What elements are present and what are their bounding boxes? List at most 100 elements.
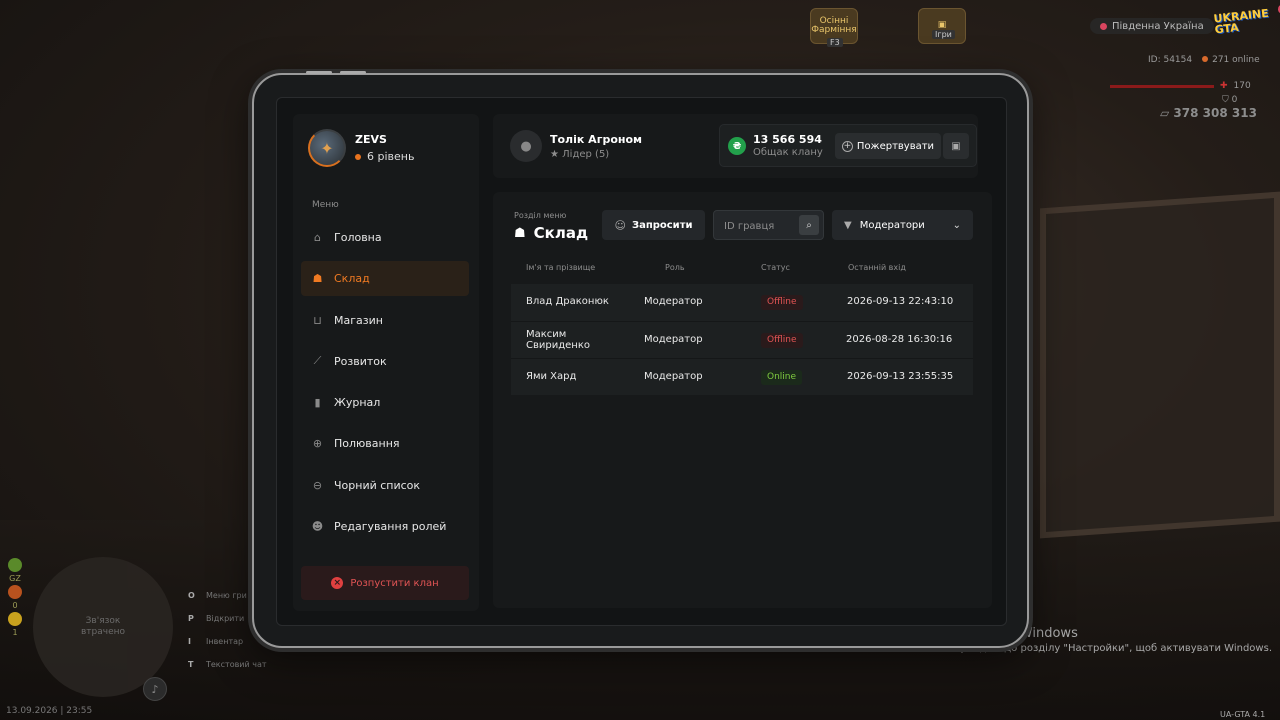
indicator-label: 1 bbox=[12, 628, 18, 637]
clan-level: 6 рівень bbox=[355, 150, 414, 163]
close-icon: × bbox=[331, 577, 344, 589]
game-background-window bbox=[1040, 191, 1280, 539]
sidebar-item-journal[interactable]: ▮ Журнал bbox=[301, 385, 469, 420]
sidebar: ✦ ZEVS 6 рівень Меню ⌂ Головна ☗ Склад ⊔… bbox=[293, 114, 479, 611]
section-label: Розділ меню bbox=[514, 211, 567, 220]
status-badge: Offline bbox=[761, 294, 803, 311]
search-input[interactable] bbox=[724, 218, 794, 234]
add-user-icon: ☺ bbox=[614, 218, 626, 232]
role-filter-value: Модератори bbox=[859, 219, 925, 231]
key-hint: T Текстовий чат bbox=[188, 657, 267, 672]
game-version: UA-GTA 4.1 bbox=[1220, 710, 1266, 719]
book-icon: ▮ bbox=[314, 396, 321, 410]
table-row[interactable]: Максим Свириденко Модератор Offline 2026… bbox=[511, 321, 973, 358]
coin-icon: ₴ bbox=[728, 137, 746, 155]
members-panel: Розділ меню ☗ Склад ☺ Запросити ⌕ ▼ Моде… bbox=[493, 192, 992, 608]
indicator-dot-icon bbox=[8, 558, 22, 572]
hud-health: ✚ 170 bbox=[1110, 81, 1251, 91]
status-badge: Offline bbox=[761, 332, 803, 349]
invite-button[interactable]: ☺ Запросити bbox=[602, 210, 705, 240]
member-last-login: 2026-09-13 22:43:10 bbox=[847, 296, 954, 308]
crosshair-icon: ⊕ bbox=[312, 437, 323, 451]
clan-name: ZEVS bbox=[355, 133, 387, 146]
donate-label: Пожертвувати bbox=[856, 140, 935, 152]
member-name: Максим Свириденко bbox=[526, 329, 590, 351]
hud-datetime: 13.09.2026 | 23:55 bbox=[6, 706, 93, 716]
hud-armor: ⛉ 0 bbox=[1222, 95, 1237, 105]
filter-icon: ▼ bbox=[844, 219, 852, 231]
minimap-indicators: GZ 0 1 bbox=[8, 558, 22, 637]
sidebar-item-label: Склад bbox=[334, 272, 370, 286]
clan-bank: ₴ 13 566 594 Общак клану + Пожертвувати … bbox=[719, 124, 977, 167]
hud-money: ▱ 378 308 313 bbox=[1160, 106, 1257, 120]
member-name: Ями Хард bbox=[526, 371, 577, 383]
level-dot-icon bbox=[355, 153, 361, 160]
tablet-hardware-button bbox=[306, 71, 332, 74]
indicator-label: GZ bbox=[9, 574, 21, 583]
leader-role: ★ Лідер (5) bbox=[550, 149, 642, 160]
search-icon[interactable]: ⌕ bbox=[799, 215, 819, 235]
indicator-dot-icon bbox=[8, 612, 22, 626]
online-count-text: 271 online bbox=[1212, 55, 1260, 65]
home-icon: ⌂ bbox=[314, 231, 321, 244]
sidebar-item-home[interactable]: ⌂ Головна bbox=[301, 220, 469, 255]
plus-icon: + bbox=[841, 140, 853, 152]
sidebar-item-roles[interactable]: ☻ Редагування ролей bbox=[301, 509, 469, 544]
clan-level-text: 6 рівень bbox=[367, 150, 415, 163]
key-hint-key: I bbox=[188, 637, 191, 646]
health-bar bbox=[1110, 84, 1214, 88]
member-role: Модератор bbox=[644, 296, 703, 308]
tablet-screen: ✦ ZEVS 6 рівень Меню ⌂ Головна ☗ Склад ⊔… bbox=[276, 97, 1007, 626]
money-value: 378 308 313 bbox=[1173, 106, 1257, 120]
minimap-status: Зв'язок втрачено bbox=[80, 616, 126, 637]
star-icon: ★ bbox=[550, 148, 559, 160]
cash-icon: ▱ bbox=[1160, 106, 1170, 120]
column-header: Роль bbox=[665, 263, 685, 272]
online-dot-icon bbox=[1202, 56, 1209, 62]
column-header: Статус bbox=[761, 263, 790, 272]
sidebar-item-label: Чорний список bbox=[334, 478, 421, 492]
sidebar-item-label: Полювання bbox=[334, 437, 400, 451]
sidebar-item-blacklist[interactable]: ⊖ Чорний список bbox=[301, 468, 469, 503]
member-role: Модератор bbox=[644, 334, 703, 346]
bank-label: Общак клану bbox=[753, 147, 823, 158]
player-id: ID: 54154 bbox=[1148, 55, 1193, 65]
leader-role-text: Лідер (5) bbox=[562, 148, 610, 160]
sidebar-item-development[interactable]: ⟋ Розвиток bbox=[301, 344, 469, 379]
chart-icon: ⟋ bbox=[313, 354, 322, 368]
bank-amount: 13 566 594 bbox=[753, 133, 822, 146]
table-row[interactable]: Влад Драконюк Модератор Offline 2026-09-… bbox=[511, 284, 973, 321]
user-edit-icon: ☻ bbox=[311, 520, 324, 534]
members-icon: ☗ bbox=[514, 225, 526, 241]
member-role: Модератор bbox=[644, 371, 703, 383]
box-icon[interactable]: ▣ bbox=[943, 133, 969, 159]
region-dot-icon bbox=[1100, 22, 1107, 30]
microphone-icon[interactable]: ♪ bbox=[143, 677, 167, 701]
sidebar-item-members[interactable]: ☗ Склад bbox=[301, 261, 469, 297]
games-badge-key: Ігри bbox=[932, 30, 955, 39]
health-value: 170 bbox=[1233, 81, 1251, 91]
column-header: Останній вхід bbox=[848, 263, 906, 272]
clan-tablet: ✦ ZEVS 6 рівень Меню ⌂ Головна ☗ Склад ⊔… bbox=[252, 71, 1029, 648]
key-hint-label: Інвентар bbox=[206, 637, 244, 646]
column-header: Ім'я та прізвище bbox=[526, 263, 596, 272]
region-name: Південна Україна bbox=[1112, 20, 1204, 32]
key-hint-key: T bbox=[188, 660, 194, 669]
role-filter-dropdown[interactable]: ▼ Модератори ⌄ bbox=[832, 210, 973, 240]
online-count: 271 online bbox=[1202, 55, 1260, 65]
invite-label: Запросити bbox=[631, 219, 693, 231]
table-row[interactable]: Ями Хард Модератор Online 2026-09-13 23:… bbox=[511, 358, 973, 395]
sidebar-item-label: Редагування ролей bbox=[334, 520, 447, 534]
disband-clan-button[interactable]: × Розпустити клан bbox=[301, 566, 469, 600]
member-last-login: 2026-09-13 23:55:35 bbox=[847, 371, 954, 383]
shield-icon: ⛉ bbox=[1222, 95, 1229, 105]
sidebar-item-hunting[interactable]: ⊕ Полювання bbox=[301, 426, 469, 461]
sidebar-item-shop[interactable]: ⊔ Магазин bbox=[301, 303, 469, 338]
key-hint: I Інвентар bbox=[188, 634, 267, 649]
members-icon: ☗ bbox=[312, 272, 323, 286]
user-icon: ● bbox=[510, 130, 542, 162]
page-title: ☗ Склад bbox=[514, 224, 588, 242]
members-table: Влад Драконюк Модератор Offline 2026-09-… bbox=[511, 284, 973, 395]
hud-player-info: ID: 54154 271 online bbox=[1148, 55, 1260, 65]
donate-button[interactable]: + Пожертвувати bbox=[835, 133, 941, 159]
